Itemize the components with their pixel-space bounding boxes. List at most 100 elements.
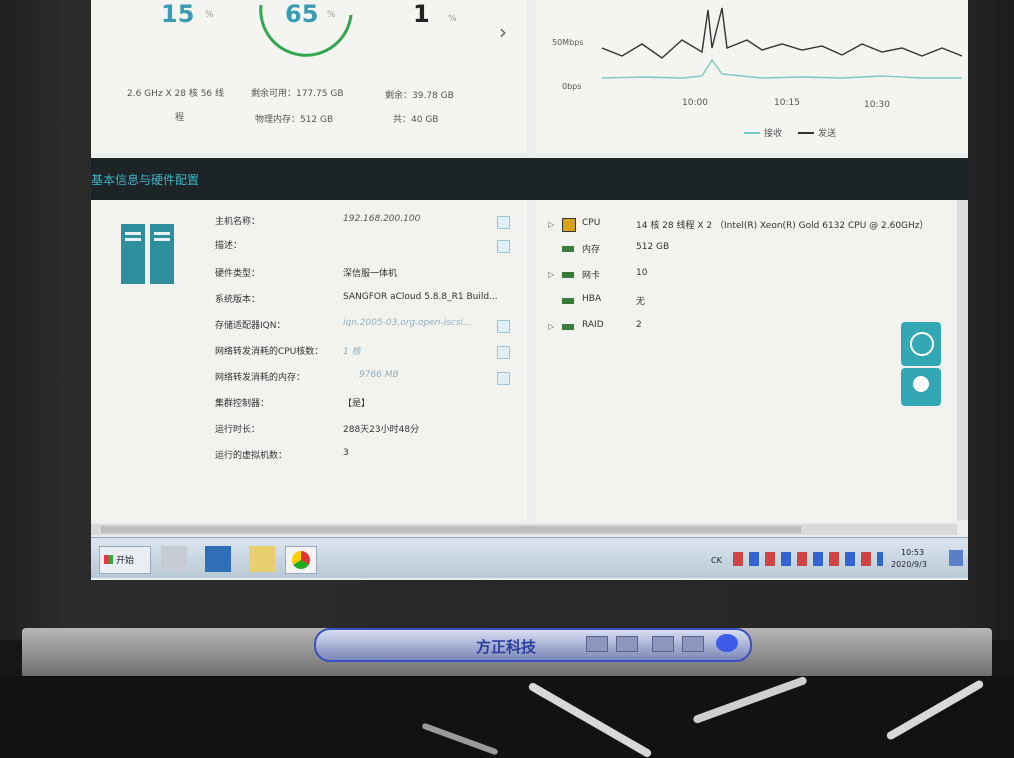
monitor-plus-button[interactable] [652,636,674,652]
y-tick-label: 50Mbps [552,38,584,47]
hw-label: HBA [582,294,602,304]
expand-raid-icon[interactable]: ▷ [548,322,554,331]
hw-value: 14 核 28 线程 X 2 （Intel(R) Xeon(R) Gold 61… [636,221,929,231]
edit-hostname-icon[interactable] [497,216,510,229]
tray-icons[interactable] [733,552,883,566]
show-desktop-button[interactable] [949,550,963,566]
info-label: 运行时长： [215,425,261,435]
network-app-icon[interactable] [161,546,187,572]
memory-usage-value: 65 [285,0,319,28]
receive-series-line [602,58,962,79]
info-value: 192.168.200.100 [343,214,421,224]
expand-cpu-icon[interactable]: ▷ [548,220,554,229]
hw-value: 无 [636,297,646,307]
cable [421,722,499,756]
info-label: 集群控制器： [215,399,270,409]
network-card-icon [562,272,574,278]
disk-usage-unit: % [448,14,457,24]
memory-physical: 物理内存：512 GB [255,115,334,125]
edit-description-icon[interactable] [497,240,510,253]
legend-send-swatch [798,132,814,134]
cpu-spec: 2.6 GHz X 28 核 56 线 [127,89,225,99]
resource-stats-card: 15 % 2.6 GHz X 28 核 56 线 程 65 % 剩余可用：177… [91,0,527,153]
hw-value: 2 [636,320,642,330]
expand-nic-icon[interactable]: ▷ [548,270,554,279]
folder-app-icon[interactable] [249,546,275,572]
hba-icon [562,298,574,304]
cable [527,681,653,758]
clock-time[interactable]: 10:53 [901,548,924,557]
section-title: 基本信息与硬件配置 [91,173,200,187]
cable [692,675,808,725]
info-value: 3 [343,448,349,458]
chrome-app-icon[interactable] [285,546,317,574]
network-traffic-card: 50Mbps 0bps 10:00 10:15 10:30 接收 发送 [536,0,968,153]
info-label: 硬件类型： [215,269,261,279]
monitor-menu-button[interactable] [586,636,608,652]
info-value: SANGFOR aCloud 5.8.8_R1 Build... [343,292,498,302]
windows-logo-icon [104,555,113,564]
x-tick-label: 10:15 [774,98,800,108]
screen: 15 % 2.6 GHz X 28 核 56 线 程 65 % 剩余可用：177… [91,0,968,580]
cpu-chip-icon [562,218,576,232]
info-label: 主机名称： [215,217,261,227]
legend-receive: 接收 [764,129,783,139]
info-label: 运行的虚拟机数： [215,451,288,461]
disk-usage-value: 1 [413,0,430,28]
clock-date[interactable]: 2020/9/3 [891,560,927,569]
legend-send: 发送 [818,129,837,139]
edit-iqn-icon[interactable] [497,320,510,333]
legend-receive-swatch [744,132,760,134]
info-value: 深信服一体机 [343,269,398,279]
hw-label: 内存 [582,245,601,255]
monitor-power-button[interactable] [716,634,738,652]
disk-total: 共：40 GB [393,115,439,125]
monitor-auto-button[interactable] [682,636,704,652]
info-value: 9766 MB [359,370,399,380]
side-support-button[interactable] [901,368,941,406]
send-series-line [602,7,962,59]
memory-available: 剩余可用：177.75 GB [251,89,344,99]
cable [885,679,985,741]
basic-info-panel: 主机名称： 192.168.200.100 描述： 硬件类型： 深信服一体机 系… [91,200,527,522]
disk-remaining: 剩余：39.78 GB [385,91,454,101]
y-tick-label: 0bps [562,82,582,91]
terminal-app-icon[interactable] [205,546,231,572]
memory-usage-unit: % [327,10,336,20]
hw-label: 网卡 [582,271,601,281]
start-button[interactable]: 开始 [99,546,151,574]
info-label: 网络转发消耗的内存： [215,373,306,383]
hw-value: 512 GB [636,242,670,252]
cpu-usage-value: 15 [161,0,195,28]
info-value: iqn.2005-03.org.open-iscsi... [343,318,472,328]
taskbar: 开始 CK 10:53 2020/9/3 [91,537,968,578]
info-label: 系统版本： [215,295,261,305]
info-value: 288天23小时48分 [343,425,420,435]
edit-memory-icon[interactable] [497,372,510,385]
info-label: 网络转发消耗的CPU核数： [215,347,324,357]
monitor-brand-logo: 方正科技 [476,638,537,656]
info-label: 描述： [215,241,243,251]
language-indicator[interactable]: CK [711,556,722,565]
edit-cpu-cores-icon[interactable] [497,346,510,359]
monitor-nameplate: 方正科技 [314,628,752,662]
x-tick-label: 10:00 [682,98,708,108]
info-label: 存储适配器IQN： [215,321,286,331]
hw-value: 10 [636,268,648,278]
horizontal-scrollbar[interactable] [91,524,957,535]
hw-label: RAID [582,320,604,330]
raid-icon [562,324,574,330]
side-help-button[interactable] [901,322,941,366]
hardware-panel: ▷ CPU 14 核 28 线程 X 2 （Intel(R) Xeon(R) G… [536,200,956,522]
cpu-usage-unit: % [205,10,214,20]
vertical-scrollbar[interactable] [957,200,968,520]
next-stats-arrow[interactable]: › [499,20,507,44]
start-label: 开始 [116,556,135,566]
hw-label: CPU [582,218,601,228]
x-tick-label: 10:30 [864,100,890,110]
monitor-minus-button[interactable] [616,636,638,652]
section-header [91,158,968,200]
memory-module-icon [562,246,574,252]
info-value: 【是】 [343,399,371,409]
cpu-spec-cont: 程 [175,113,185,123]
